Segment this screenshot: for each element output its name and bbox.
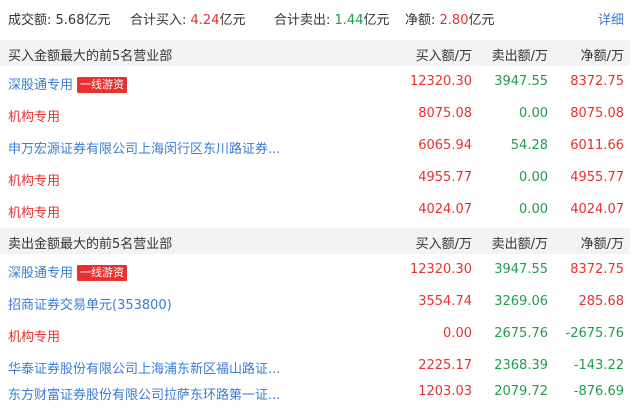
sell-total-unit: 亿元 — [363, 13, 390, 28]
sell-amount: 0.00 — [519, 106, 548, 121]
sell-amount: 3947.55 — [494, 262, 548, 277]
net-amount: 8372.75 — [570, 74, 624, 89]
trader-badge: 一线游资 — [77, 77, 128, 93]
branch-name-text: 深股通专用 — [8, 266, 74, 281]
sell-total-value: 1.44 — [334, 13, 364, 28]
detail-link[interactable]: 详细 — [598, 9, 624, 28]
buy-section-header: 买入金额最大的前5名营业部 买入额/万 卖出额/万 净额/万 — [0, 40, 630, 66]
sell-col-header: 卖出额/万 — [491, 49, 548, 64]
buy-section-title: 买入金额最大的前5名营业部 — [8, 49, 173, 64]
net-summary: 净额: 2.80亿元 — [405, 9, 495, 28]
buy-amount: 4955.77 — [418, 170, 472, 185]
buy-table-row[interactable]: 深股通专用 一线游资 12320.30 3947.55 8372.75 — [0, 66, 630, 98]
net-col-header: 净额/万 — [580, 237, 624, 252]
sell-amount: 0.00 — [519, 202, 548, 217]
buy-table-row[interactable]: 机构专用 4955.77 0.00 4955.77 — [0, 162, 630, 194]
branch-name[interactable]: 深股通专用 一线游资 — [8, 74, 128, 93]
branch-name[interactable]: 申万宏源证券有限公司上海闵行区东川路证券... — [8, 138, 280, 157]
branch-name[interactable]: 招商证券交易单元(353800) — [8, 294, 172, 313]
buy-amount: 12320.30 — [409, 262, 472, 277]
sell-table-row[interactable]: 东方财富证券股份有限公司拉萨东环路第一证... 1203.03 2079.72 … — [0, 376, 630, 408]
net-total-label: 净额: — [405, 13, 436, 28]
branch-name[interactable]: 机构专用 — [8, 106, 60, 125]
sell-amount: 2079.72 — [494, 384, 548, 399]
buy-amount: 2225.17 — [418, 358, 472, 373]
sell-section-header: 卖出金额最大的前5名营业部 买入额/万 卖出额/万 净额/万 — [0, 228, 630, 254]
buy-amount: 3554.74 — [418, 294, 472, 309]
net-amount: 8075.08 — [570, 106, 624, 121]
buy-summary: 合计买入: 4.24亿元 — [130, 9, 246, 28]
buy-amount: 0.00 — [443, 326, 472, 341]
branch-name-text: 深股通专用 — [8, 78, 74, 93]
branch-name[interactable]: 深股通专用 一线游资 — [8, 262, 128, 281]
buy-amount: 4024.07 — [418, 202, 472, 217]
sell-table-row[interactable]: 深股通专用 一线游资 12320.30 3947.55 8372.75 — [0, 254, 630, 286]
buy-col-header: 买入额/万 — [415, 237, 472, 252]
turnover-unit: 亿元 — [84, 13, 111, 28]
buy-amount: 6065.94 — [418, 138, 472, 153]
sell-total-label: 合计卖出: — [274, 13, 331, 28]
turnover-label: 成交额: — [8, 13, 52, 28]
sell-col-header: 卖出额/万 — [491, 237, 548, 252]
buy-total-value: 4.24 — [190, 13, 220, 28]
sell-table-row[interactable]: 机构专用 0.00 2675.76 -2675.76 — [0, 318, 630, 350]
sell-section-title: 卖出金额最大的前5名营业部 — [8, 237, 173, 252]
sell-amount: 3947.55 — [494, 74, 548, 89]
turnover-summary: 成交额: 5.68亿元 — [8, 9, 111, 28]
net-total-unit: 亿元 — [468, 13, 495, 28]
buy-amount: 12320.30 — [409, 74, 472, 89]
buy-total-unit: 亿元 — [219, 13, 246, 28]
buy-table-row[interactable]: 机构专用 4024.07 0.00 4024.07 — [0, 194, 630, 226]
branch-name[interactable]: 东方财富证券股份有限公司拉萨东环路第一证... — [8, 384, 280, 403]
sell-amount: 54.28 — [510, 138, 548, 153]
net-amount: -2675.76 — [565, 326, 624, 341]
net-amount: -143.22 — [573, 358, 624, 373]
sell-amount: 2675.76 — [494, 326, 548, 341]
net-amount: 285.68 — [578, 294, 625, 309]
net-total-value: 2.80 — [439, 13, 469, 28]
buy-table-row[interactable]: 申万宏源证券有限公司上海闵行区东川路证券... 6065.94 54.28 60… — [0, 130, 630, 162]
sell-amount: 3269.06 — [494, 294, 548, 309]
buy-col-header: 买入额/万 — [415, 49, 472, 64]
net-amount: -876.69 — [573, 384, 624, 399]
branch-name[interactable]: 华泰证券股份有限公司上海浦东新区福山路证... — [8, 358, 280, 377]
buy-amount: 8075.08 — [418, 106, 472, 121]
summary-bar: 成交额: 5.68亿元 合计买入: 4.24亿元 合计卖出: 1.44亿元 净额… — [0, 0, 634, 34]
net-amount: 4024.07 — [570, 202, 624, 217]
net-amount: 6011.66 — [570, 138, 624, 153]
turnover-value: 5.68 — [55, 13, 85, 28]
branch-name[interactable]: 机构专用 — [8, 170, 60, 189]
branch-name[interactable]: 机构专用 — [8, 326, 60, 345]
net-col-header: 净额/万 — [580, 49, 624, 64]
sell-table-row[interactable]: 招商证券交易单元(353800) 3554.74 3269.06 285.68 — [0, 286, 630, 318]
sell-amount: 0.00 — [519, 170, 548, 185]
net-amount: 4955.77 — [570, 170, 624, 185]
buy-table-row[interactable]: 机构专用 8075.08 0.00 8075.08 — [0, 98, 630, 130]
net-amount: 8372.75 — [570, 262, 624, 277]
buy-amount: 1203.03 — [418, 384, 472, 399]
buy-total-label: 合计买入: — [130, 13, 187, 28]
sell-amount: 2368.39 — [494, 358, 548, 373]
branch-name[interactable]: 机构专用 — [8, 202, 60, 221]
sell-summary: 合计卖出: 1.44亿元 — [274, 9, 390, 28]
trader-badge: 一线游资 — [77, 265, 128, 281]
